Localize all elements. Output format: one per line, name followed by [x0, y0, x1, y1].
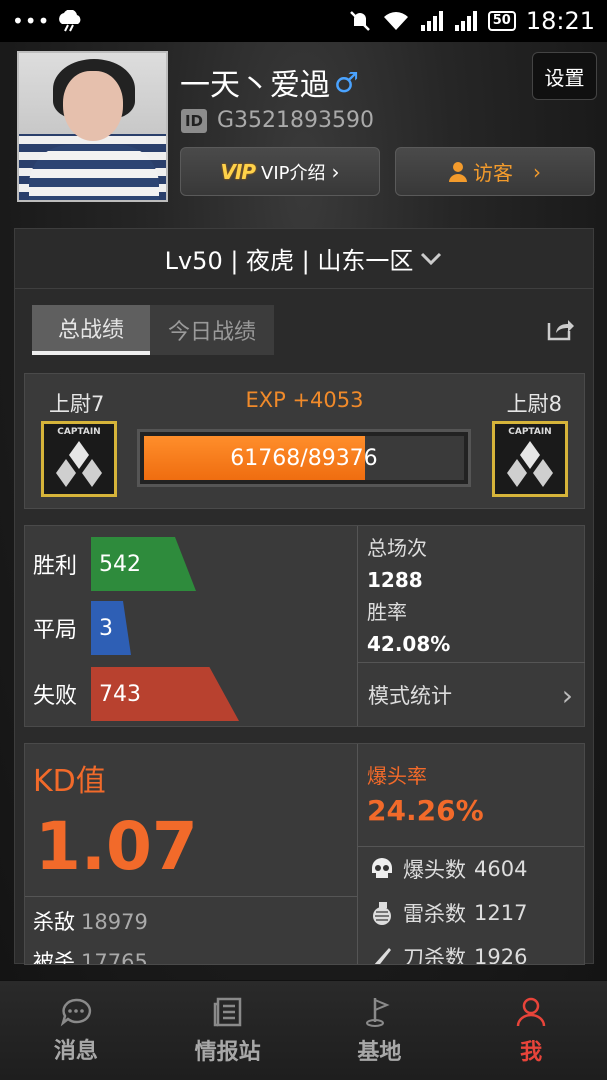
chevron-down-icon: [421, 252, 442, 265]
nav-me-label: 我: [520, 1039, 543, 1065]
knife-kills-value: 1926: [474, 945, 528, 965]
tab-today-record[interactable]: 今日战绩: [150, 305, 274, 355]
next-rank-label: 上尉8: [506, 392, 562, 416]
draw-row: 平局 3: [25, 600, 131, 656]
headshots-row: 爆头数 4604: [369, 854, 527, 884]
person-icon: [449, 161, 467, 182]
visitor-button[interactable]: 访客 ›: [395, 147, 595, 196]
wifi-icon: [383, 12, 408, 30]
status-bar: ••• 50 18:21: [0, 0, 607, 42]
knife-kills-label: 刀杀数: [403, 946, 466, 965]
draw-bar: 3: [91, 601, 131, 655]
flag-icon: [366, 997, 390, 1027]
bottom-nav: 消息 情报站 基地 我: [0, 980, 607, 1080]
user-id: ID G3521893590: [181, 108, 374, 133]
skull-icon: [372, 858, 392, 878]
kills-row: 杀敌 18979: [33, 906, 148, 936]
male-icon: ♂: [334, 65, 360, 99]
win-row: 胜利 542: [25, 536, 196, 592]
exp-progress-bar: 61768/89376: [137, 429, 471, 487]
kd-title: KD值: [33, 764, 106, 799]
draw-label: 平局: [33, 618, 78, 643]
mode-stats-label: 模式统计: [368, 684, 452, 708]
stats-panel: Lv50 | 夜虎 | 山东一区 总战绩 今日战绩 上尉7 EXP +4053 …: [14, 228, 594, 965]
loss-bar: 743: [91, 667, 239, 721]
nav-base[interactable]: 基地: [304, 981, 456, 1080]
chevron-right-icon: ›: [561, 678, 573, 712]
divider: [357, 744, 358, 964]
match-results-card: 胜利 542 平局 3 失败 743 总场次 1288 胜率 42.08% 模式…: [24, 525, 585, 727]
id-badge: ID: [181, 108, 207, 133]
win-label: 胜利: [33, 554, 78, 579]
headshot-rate-label: 爆头率: [367, 764, 427, 788]
nav-me[interactable]: 我: [455, 981, 607, 1080]
deaths-value: 17765: [81, 950, 148, 965]
visitor-label: 访客: [473, 161, 513, 185]
vip-intro-button[interactable]: VIP VIP介绍 ›: [180, 147, 380, 196]
current-rank-badge-icon: CAPTAIN: [41, 421, 117, 497]
chat-icon: [60, 998, 91, 1026]
win-rate-value: 42.08%: [367, 632, 451, 656]
divider: [25, 896, 357, 897]
mode-stats-button[interactable]: 模式统计 ›: [358, 662, 585, 727]
nav-news[interactable]: 情报站: [152, 981, 304, 1080]
tab-bar: 总战绩 今日战绩: [32, 305, 274, 355]
battery-icon: 50: [487, 11, 516, 31]
user-icon: [516, 997, 546, 1026]
id-value: G3521893590: [217, 108, 375, 133]
tab-total-record[interactable]: 总战绩: [32, 305, 150, 355]
grenade-icon: [373, 902, 391, 925]
chevron-right-icon: ›: [331, 159, 340, 184]
kd-value: 1.07: [35, 808, 198, 885]
headshots-value: 4604: [474, 857, 528, 881]
mute-icon: [349, 11, 370, 31]
signal-icon: [454, 11, 477, 31]
vip-logo-icon: VIP: [220, 159, 256, 184]
settings-button[interactable]: 设置: [532, 52, 597, 100]
loss-label: 失败: [33, 684, 78, 709]
exp-gain: EXP +4053: [245, 388, 364, 412]
kd-card: KD值 1.07 杀敌 18979 被杀 17765 爆头率 24.26% 爆头数 …: [24, 743, 585, 965]
grenade-kills-label: 雷杀数: [403, 902, 466, 926]
grenade-kills-value: 1217: [474, 901, 528, 925]
win-rate-label: 胜率: [367, 600, 407, 624]
nav-messages[interactable]: 消息: [0, 981, 152, 1080]
username-text: 一天丶爱過: [180, 68, 330, 103]
rank-progress-card: 上尉7 EXP +4053 上尉8 CAPTAIN 61768/89376 CA…: [24, 373, 585, 509]
dots-icon: •••: [12, 9, 51, 33]
avatar[interactable]: [17, 51, 168, 202]
win-bar: 542: [91, 537, 196, 591]
weather-icon: [59, 10, 81, 32]
chevron-right-icon: ›: [533, 159, 541, 184]
headshots-label: 爆头数: [403, 858, 466, 882]
username: 一天丶爱過 ♂: [180, 60, 359, 104]
deaths-label: 被杀: [33, 950, 75, 965]
loss-row: 失败 743: [25, 666, 239, 722]
clock: 18:21: [525, 7, 595, 35]
headshot-rate-value: 24.26%: [367, 794, 484, 827]
exp-progress-text: 61768/89376: [230, 445, 378, 471]
nav-base-label: 基地: [357, 1039, 402, 1065]
nav-messages-label: 消息: [53, 1038, 98, 1064]
divider: [358, 846, 584, 847]
kills-value: 18979: [81, 910, 148, 934]
knife-kills-row: 刀杀数 1926: [369, 942, 528, 965]
total-summary: 总场次 1288 胜率 42.08%: [367, 532, 450, 660]
kills-label: 杀敌: [33, 910, 75, 934]
next-rank-badge-icon: CAPTAIN: [492, 421, 568, 497]
share-icon[interactable]: [547, 317, 575, 341]
server-label: Lv50 | 夜虎 | 山东一区: [164, 247, 414, 275]
deaths-row: 被杀 17765: [33, 946, 148, 965]
knife-icon: [374, 948, 391, 964]
server-selector[interactable]: Lv50 | 夜虎 | 山东一区: [15, 229, 593, 289]
grenade-kills-row: 雷杀数 1217: [369, 898, 527, 928]
signal-icon: [420, 11, 443, 31]
news-icon: [213, 997, 241, 1026]
total-matches-value: 1288: [367, 568, 423, 592]
total-matches-label: 总场次: [367, 536, 427, 560]
nav-news-label: 情报站: [194, 1039, 261, 1065]
vip-intro-label: VIP介绍: [261, 162, 326, 184]
